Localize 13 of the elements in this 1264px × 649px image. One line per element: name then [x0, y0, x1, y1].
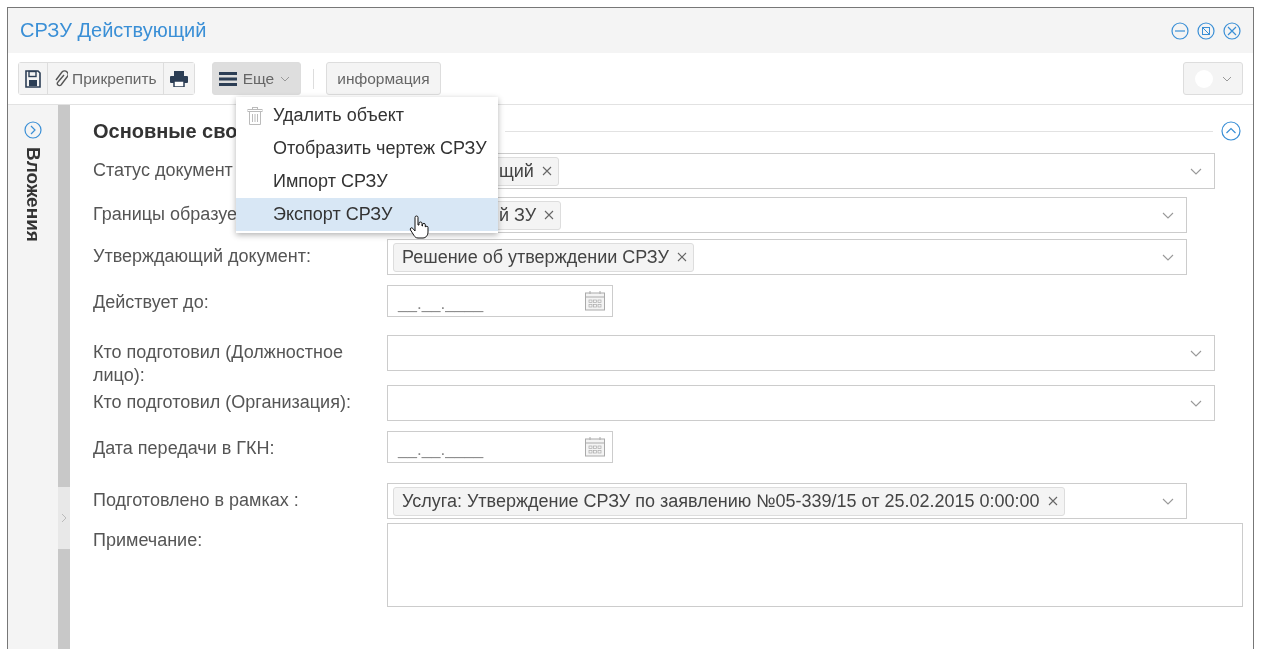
- field-label: Кто подготовил (Организация):: [93, 392, 351, 412]
- section-title: Основные сво: [93, 119, 238, 143]
- value-tag: Услуга: Утверждение СРЗУ по заявлению №05-339/15 от 25.02.2015 0:00:00: [393, 486, 1065, 516]
- window-title: СРЗУ Действующий: [20, 19, 207, 42]
- field-label: Статус документ: [93, 160, 233, 180]
- field-label: Кто подготовил (Должностное лицо):: [93, 342, 344, 385]
- field-label: Примечание:: [93, 530, 203, 550]
- field-label: Действует до:: [93, 292, 209, 312]
- field-label: Дата передачи в ГКН:: [93, 438, 275, 458]
- field-label: Подготовлено в рамках :: [93, 490, 299, 510]
- field-label: Границы образуе: [93, 204, 237, 224]
- field-label: Утверждающий документ:: [93, 246, 311, 266]
- value-tag: Решение об утверждении СРЗУ: [393, 242, 694, 272]
